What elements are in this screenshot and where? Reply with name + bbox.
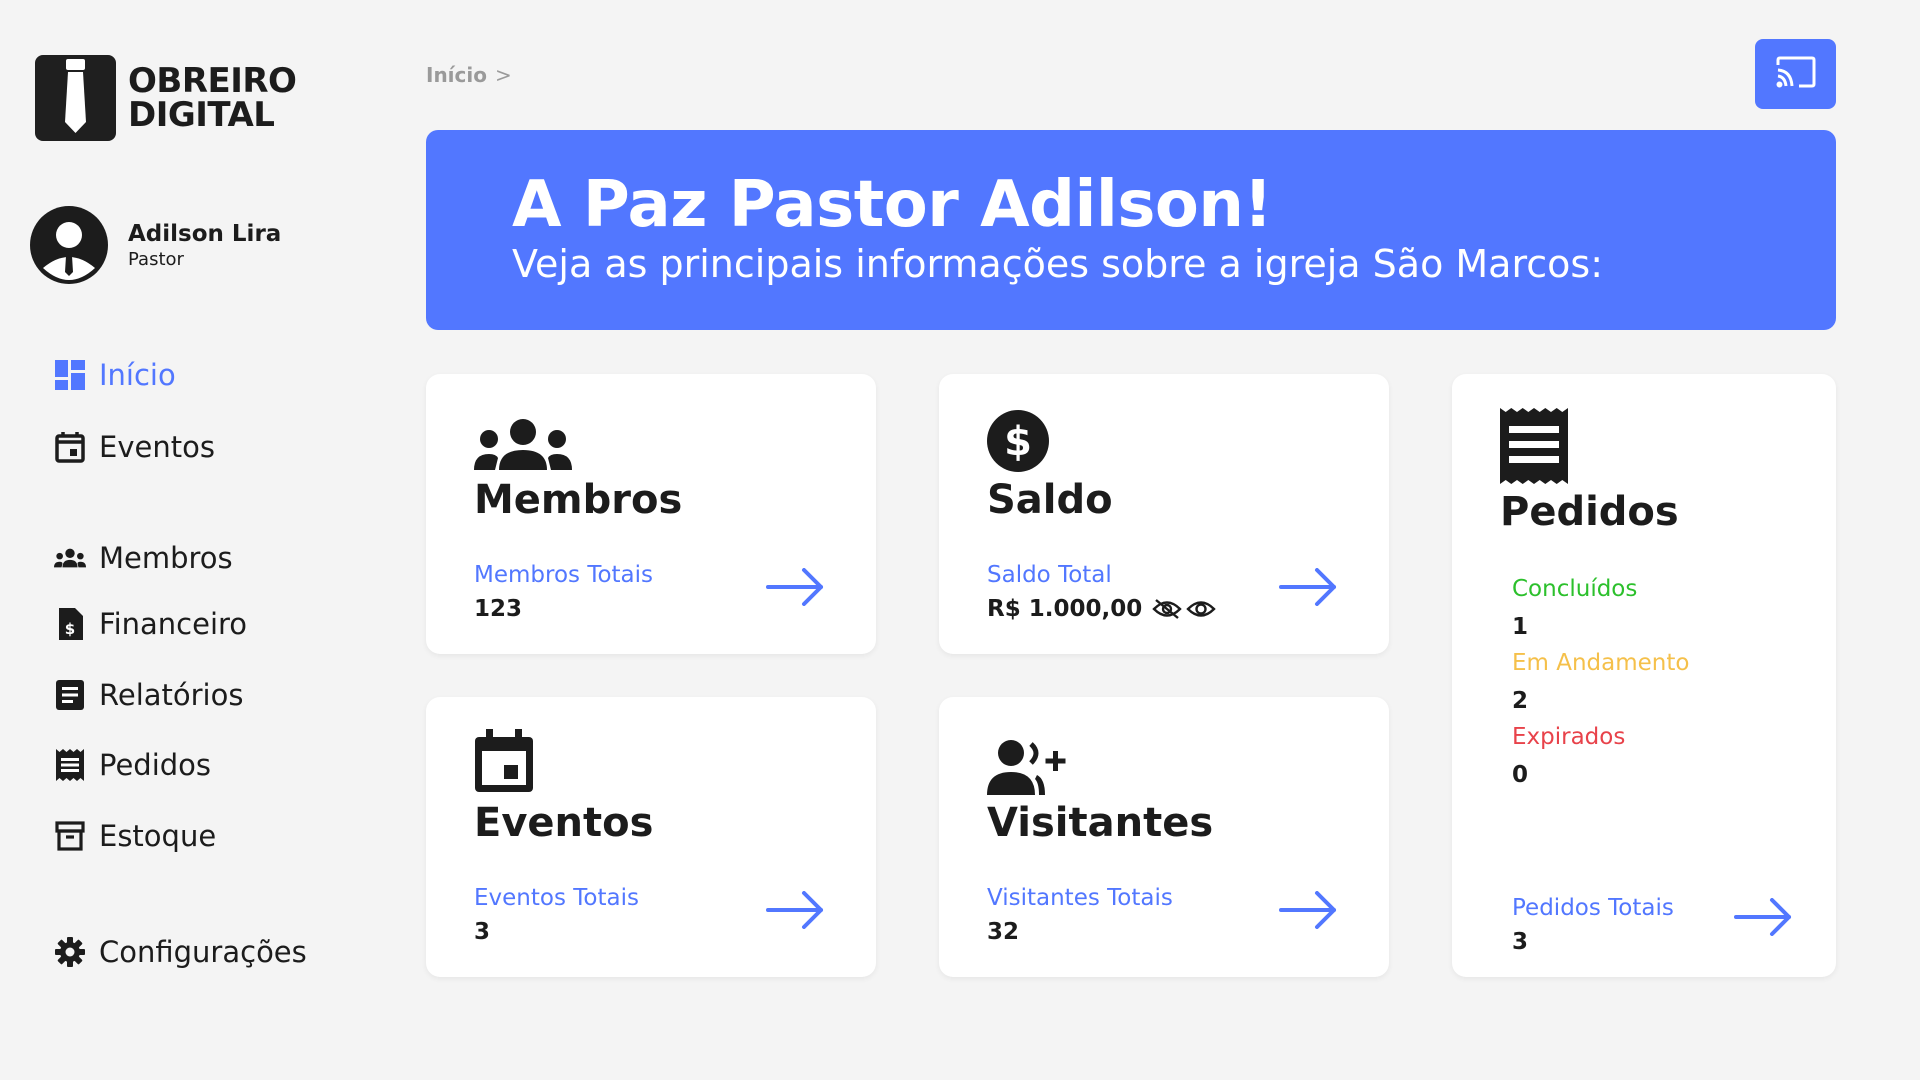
nav-label-configuracoes: Configurações <box>99 935 307 969</box>
card-value: 32 <box>987 919 1020 945</box>
breadcrumb: Início > <box>426 63 512 87</box>
nav-item-relatorios[interactable]: Relatórios <box>54 678 243 712</box>
avatar-icon <box>30 206 108 284</box>
arrow-right-icon[interactable] <box>766 891 824 933</box>
nav-item-configuracoes[interactable]: Configurações <box>54 935 307 969</box>
svg-text:$: $ <box>65 620 75 638</box>
card-label: Saldo Total <box>987 562 1112 588</box>
arrow-right-icon[interactable] <box>1279 568 1337 610</box>
card-value: 123 <box>474 596 523 622</box>
brand-name: OBREIRO DIGITAL <box>128 61 297 135</box>
card-label: Eventos Totais <box>474 885 639 911</box>
card-title: Eventos <box>474 800 654 846</box>
card-label: Pedidos Totais <box>1512 895 1674 921</box>
status-andamento-label: Em Andamento <box>1512 650 1690 676</box>
status-expirados-value: 0 <box>1512 762 1529 788</box>
nav-label-inicio: Início <box>99 358 176 392</box>
dollar-icon: $ <box>987 410 1049 476</box>
nav-item-pedidos[interactable]: Pedidos <box>54 748 211 782</box>
card-pedidos: Pedidos Concluídos 1 Em Andamento 2 Expi… <box>1452 374 1836 977</box>
user-profile[interactable]: Adilson Lira Pastor <box>30 206 281 284</box>
calendar-icon <box>54 431 86 463</box>
eye-off-icon[interactable] <box>1152 598 1182 620</box>
nav-label-financeiro: Financeiro <box>99 607 248 641</box>
breadcrumb-current[interactable]: Início <box>426 63 487 87</box>
user-role: Pastor <box>128 248 184 270</box>
eye-icon[interactable] <box>1186 598 1216 620</box>
cast-button[interactable] <box>1755 39 1836 109</box>
group-icon <box>54 542 86 574</box>
report-icon <box>54 679 86 711</box>
dashboard-icon <box>54 359 86 391</box>
nav-item-membros[interactable]: Membros <box>54 541 233 575</box>
svg-text:$: $ <box>1004 419 1032 465</box>
card-title: Pedidos <box>1500 489 1679 535</box>
archive-icon <box>54 820 86 852</box>
welcome-banner: A Paz Pastor Adilson! Veja as principais… <box>426 130 1836 330</box>
card-eventos: Eventos Eventos Totais 3 <box>426 697 876 977</box>
group-icon <box>474 418 572 474</box>
arrow-right-icon[interactable] <box>1279 891 1337 933</box>
nav-label-pedidos: Pedidos <box>99 748 212 782</box>
receipt-icon <box>54 749 86 781</box>
user-name: Adilson Lira <box>128 220 282 247</box>
chevron-right-icon: > <box>495 63 512 87</box>
nav-label-estoque: Estoque <box>99 819 217 853</box>
gear-icon <box>54 936 86 968</box>
banner-subtitle: Veja as principais informações sobre a i… <box>512 242 1603 286</box>
brand-line1: OBREIRO <box>128 61 297 101</box>
finance-document-icon: $ <box>54 608 86 640</box>
nav-item-financeiro[interactable]: $ Financeiro <box>54 607 247 641</box>
card-value: 3 <box>1512 929 1529 955</box>
nav-item-inicio[interactable]: Início <box>54 358 176 392</box>
status-concluidos-label: Concluídos <box>1512 576 1638 602</box>
brand-line2: DIGITAL <box>128 95 275 135</box>
calendar-icon <box>474 729 534 797</box>
nav-item-eventos[interactable]: Eventos <box>54 430 215 464</box>
app-logo: OBREIRO DIGITAL <box>35 55 297 141</box>
nav-item-estoque[interactable]: Estoque <box>54 819 216 853</box>
banner-title: A Paz Pastor Adilson! <box>512 168 1273 242</box>
person-add-icon <box>987 739 1071 799</box>
card-value: R$ 1.000,00 <box>987 596 1143 622</box>
nav-label-relatorios: Relatórios <box>99 678 244 712</box>
card-title: Membros <box>474 477 683 523</box>
status-concluidos-value: 1 <box>1512 614 1529 640</box>
receipt-icon <box>1500 408 1568 488</box>
card-label: Membros Totais <box>474 562 654 588</box>
nav-label-membros: Membros <box>99 541 233 575</box>
nav-label-eventos: Eventos <box>99 430 215 464</box>
card-visitantes: Visitantes Visitantes Totais 32 <box>939 697 1389 977</box>
card-label: Visitantes Totais <box>987 885 1173 911</box>
cast-icon <box>1776 56 1816 92</box>
tie-logo-icon <box>35 55 116 141</box>
status-expirados-label: Expirados <box>1512 724 1626 750</box>
card-title: Saldo <box>987 477 1113 523</box>
status-andamento-value: 2 <box>1512 688 1529 714</box>
card-saldo: $ Saldo Saldo Total R$ 1.000,00 <box>939 374 1389 654</box>
arrow-right-icon[interactable] <box>1734 898 1792 940</box>
card-membros: Membros Membros Totais 123 <box>426 374 876 654</box>
card-title: Visitantes <box>987 800 1214 846</box>
card-value: 3 <box>474 919 491 945</box>
arrow-right-icon[interactable] <box>766 568 824 610</box>
card-value-row: R$ 1.000,00 <box>987 596 1216 622</box>
